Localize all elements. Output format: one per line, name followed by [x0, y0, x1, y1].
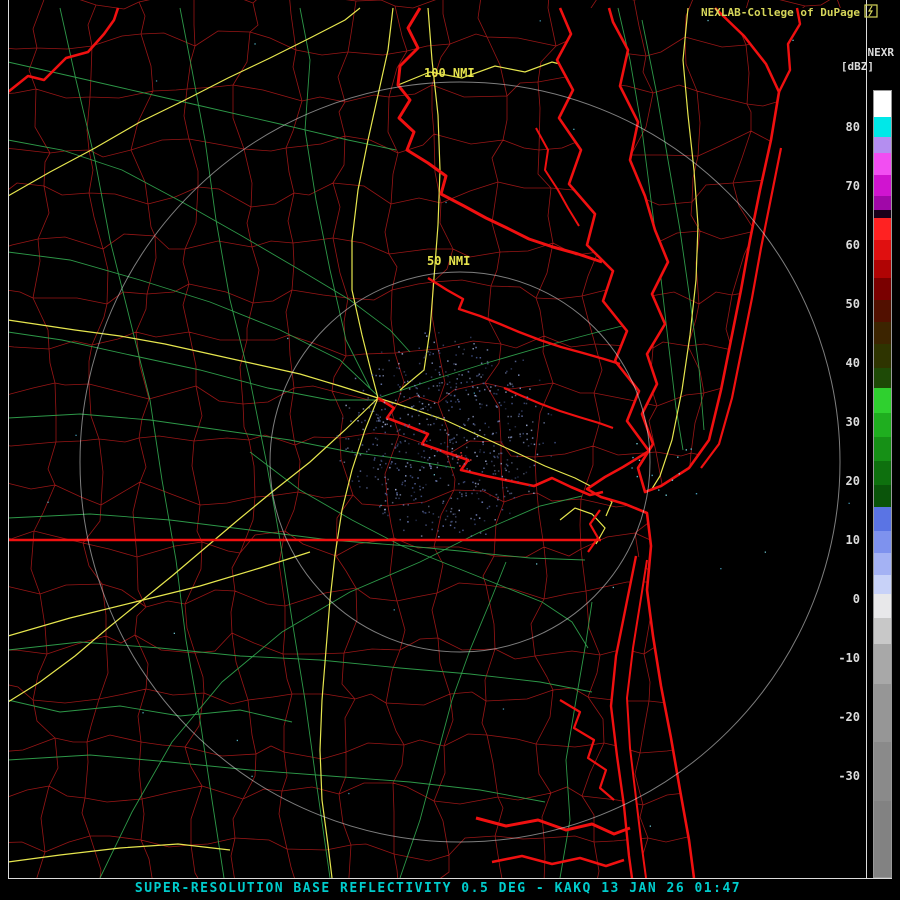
- colorbar-segment: [874, 260, 891, 278]
- colorbar-segment: [874, 388, 891, 414]
- left-border-line: [8, 0, 9, 878]
- colorbar-segment: [874, 413, 891, 437]
- colorbar-segment: [874, 437, 891, 461]
- right-border-line: [866, 0, 867, 878]
- colorbar-units: [dBZ]: [841, 60, 874, 73]
- colorbar-segment: [874, 196, 891, 210]
- colorbar-segment: [874, 322, 891, 344]
- colorbar-segment: [874, 300, 891, 322]
- colorbar-segment: [874, 531, 891, 553]
- radar-map: [0, 0, 900, 900]
- brand-text: NEXLAB-College of DuPage: [701, 6, 860, 19]
- range-ring-label-100nmi: 100 NMI: [424, 66, 475, 80]
- colorbar-segment: [874, 644, 891, 684]
- colorbar-segment: [874, 240, 891, 260]
- colorbar-segment: [874, 575, 891, 595]
- colorbar-segment: [874, 91, 891, 117]
- colorbar-segment: [874, 368, 891, 388]
- colorbar-segment: [874, 742, 891, 802]
- colorbar-segment: [874, 507, 891, 531]
- colorbar-segment: [874, 175, 891, 197]
- colorbar-segment: [874, 117, 891, 137]
- range-ring-label-50nmi: 50 NMI: [427, 254, 470, 268]
- colorbar-title: NEXR: [868, 46, 895, 59]
- colorbar-segment: [874, 461, 891, 485]
- colorbar-segment: [874, 137, 891, 153]
- bottom-border-line: [8, 878, 892, 879]
- colorbar-segment: [874, 594, 891, 618]
- product-caption: SUPER-RESOLUTION BASE REFLECTIVITY 0.5 D…: [10, 881, 866, 896]
- colorbar-segment: [874, 485, 891, 507]
- colorbar-segment: [874, 553, 891, 575]
- colorbar-segment: [874, 153, 891, 175]
- colorbar-segment: [874, 618, 891, 644]
- colorbar-segment: [874, 218, 891, 240]
- colorbar: [873, 90, 892, 878]
- radar-viewer: 100 NMI 50 NMI NEXLAB-College of DuPage …: [0, 0, 900, 900]
- colorbar-segment: [874, 684, 891, 742]
- colorbar-segment: [874, 210, 891, 218]
- colorbar-segment: [874, 344, 891, 368]
- colorbar-segment: [874, 278, 891, 300]
- cod-logo-icon: [864, 4, 878, 18]
- colorbar-segment: [874, 801, 891, 877]
